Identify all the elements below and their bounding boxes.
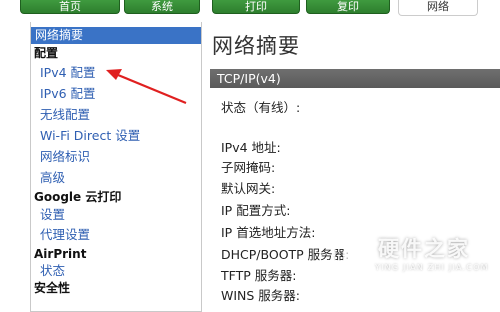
watermark-logo-icon	[332, 234, 372, 278]
watermark-subtitle: YING JIAN ZHI JIA.COM	[375, 263, 489, 272]
watermark-title: 硬件之家	[378, 237, 470, 261]
watermark: 硬件之家 YING JIAN ZHI JIA.COM	[328, 230, 498, 290]
